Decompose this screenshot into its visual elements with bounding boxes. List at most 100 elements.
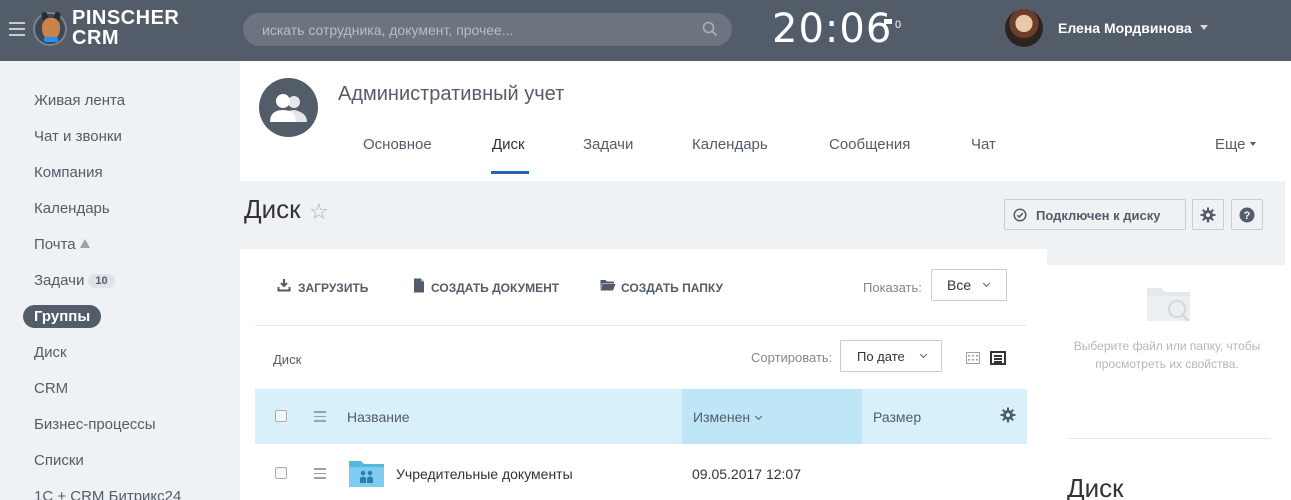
logo-icon[interactable]: [33, 11, 67, 46]
panel-gap: [1027, 249, 1047, 500]
column-name[interactable]: Название: [347, 409, 410, 425]
more-label: Еще: [1215, 136, 1246, 153]
sidebar-item-company[interactable]: Компания: [34, 164, 103, 181]
sidebar-item-label: Компания: [34, 164, 103, 181]
create-folder-label: СОЗДАТЬ ПАПКУ: [621, 281, 723, 295]
user-name: Елена Мордвинова: [1058, 20, 1192, 36]
sidebar-item-label: Списки: [34, 452, 84, 469]
sidebar-item-1c[interactable]: 1С + CRM Битрикс24: [34, 488, 181, 500]
column-size[interactable]: Размер: [873, 409, 921, 425]
active-tab-indicator: [491, 171, 529, 174]
check-circle-icon: [1013, 208, 1027, 222]
create-document-label: СОЗДАТЬ ДОКУМЕНТ: [431, 281, 560, 295]
warning-icon: [79, 239, 90, 248]
sidebar-item-label: Диск: [34, 344, 67, 361]
user-menu[interactable]: Елена Мордвинова: [1058, 20, 1208, 36]
list-view-icon[interactable]: [990, 351, 1006, 365]
tab-calendar[interactable]: Календарь: [692, 136, 768, 153]
tab-messages[interactable]: Сообщения: [829, 136, 910, 153]
sidebar-item-bizproc[interactable]: Бизнес-процессы: [34, 416, 156, 433]
document-icon: [414, 278, 424, 293]
sidebar-item-label: Бизнес-процессы: [34, 416, 156, 433]
select-all-checkbox[interactable]: [275, 410, 287, 422]
sidebar-item-disk[interactable]: Диск: [34, 344, 67, 361]
disk-connected-button[interactable]: Подключен к диску: [1004, 199, 1186, 230]
help-icon: ?: [1239, 207, 1255, 223]
group-avatar[interactable]: [259, 78, 318, 137]
info-hint: Выберите файл или папку, чтобы просмотре…: [1073, 339, 1261, 371]
upload-label: ЗАГРУЗИТЬ: [298, 281, 369, 295]
folder-search-icon: [1147, 288, 1190, 322]
show-label: Показать:: [863, 280, 922, 295]
sidebar-item-lists[interactable]: Списки: [34, 452, 84, 469]
sidebar-item-chat[interactable]: Чат и звонки: [34, 128, 122, 145]
tab-main[interactable]: Основное: [363, 136, 432, 153]
folder-icon: [600, 280, 616, 291]
sidebar-item-label: Задачи: [34, 272, 85, 289]
sort-value: По дате: [857, 349, 905, 364]
row-modified: 09.05.2017 12:07: [692, 466, 801, 482]
chevron-down-icon: [982, 279, 991, 288]
clock[interactable]: 20:06: [772, 6, 892, 52]
logo-line1: PINSCHER: [72, 7, 180, 29]
sidebar: Живая лента Чат и звонки Компания Календ…: [0, 61, 240, 500]
sort-label: Сортировать:: [751, 350, 833, 365]
sidebar-item-label: 1С + CRM Битрикс24: [34, 488, 182, 500]
search-input[interactable]: искать сотрудника, документ, прочее...: [243, 13, 732, 46]
sidebar-item-label: Чат и звонки: [34, 128, 122, 145]
flag-counter[interactable]: 0: [884, 19, 901, 31]
info-title: Диск: [1067, 473, 1124, 500]
sidebar-item-calendar[interactable]: Календарь: [34, 200, 110, 217]
sort-select[interactable]: По дате: [840, 340, 942, 372]
info-panel: Выберите файл или папку, чтобы просмотре…: [1047, 265, 1285, 500]
chevron-down-icon: [755, 412, 763, 421]
sidebar-item-tasks[interactable]: Задачи 10: [34, 272, 115, 289]
show-filter-value: Все: [947, 277, 972, 293]
flag-count: 0: [895, 19, 902, 31]
shared-folder-icon[interactable]: [348, 458, 385, 488]
upload-icon: [277, 279, 291, 292]
group-title: Административный учет: [338, 83, 565, 105]
tab-tasks[interactable]: Задачи: [583, 136, 633, 153]
tile-view-icon[interactable]: [966, 352, 980, 364]
tab-disk[interactable]: Диск: [492, 136, 525, 153]
tab-more[interactable]: Еще: [1215, 136, 1256, 153]
users-icon: [270, 94, 307, 122]
row-name[interactable]: Учредительные документы: [396, 466, 573, 482]
avatar[interactable]: [1005, 9, 1043, 47]
divider: [255, 325, 1028, 326]
column-modified[interactable]: Изменен: [693, 409, 763, 425]
star-icon[interactable]: ☆: [309, 199, 329, 225]
sidebar-item-label: Календарь: [34, 200, 110, 217]
sidebar-item-label: Живая лента: [34, 92, 126, 109]
chevron-down-icon: [919, 350, 928, 359]
settings-button[interactable]: [1192, 199, 1224, 230]
caret-down-icon: [1199, 25, 1208, 30]
sidebar-item-label: CRM: [34, 380, 69, 397]
help-button[interactable]: ?: [1231, 199, 1263, 230]
show-filter-select[interactable]: Все: [931, 269, 1007, 301]
tasks-badge: 10: [88, 274, 115, 288]
column-modified-label: Изменен: [693, 409, 751, 425]
top-bar: PINSCHER CRM искать сотрудника, документ…: [0, 0, 1291, 61]
search-placeholder: искать сотрудника, документ, прочее...: [262, 22, 514, 38]
row-checkbox[interactable]: [275, 467, 287, 479]
sidebar-item-crm[interactable]: CRM: [34, 380, 68, 397]
menu-icon[interactable]: [9, 22, 25, 36]
tab-chat[interactable]: Чат: [971, 136, 996, 153]
menu-icon[interactable]: [314, 468, 326, 479]
sidebar-item-groups[interactable]: Группы: [23, 305, 102, 328]
gear-icon: [1200, 207, 1216, 223]
sidebar-item-mail[interactable]: Почта: [34, 236, 90, 253]
sidebar-item-feed[interactable]: Живая лента: [34, 92, 125, 109]
logo-line2: CRM: [72, 27, 120, 49]
sidebar-item-label: Группы: [34, 308, 91, 325]
page-title: Диск: [244, 194, 301, 224]
gear-icon[interactable]: [1000, 407, 1016, 423]
connected-label: Подключен к диску: [1036, 208, 1161, 223]
breadcrumb[interactable]: Диск: [273, 352, 301, 367]
search-icon[interactable]: [702, 21, 718, 37]
menu-icon[interactable]: [314, 411, 326, 422]
scrollbar-track[interactable]: [1285, 61, 1291, 500]
logo-text[interactable]: PINSCHER CRM: [72, 8, 179, 48]
